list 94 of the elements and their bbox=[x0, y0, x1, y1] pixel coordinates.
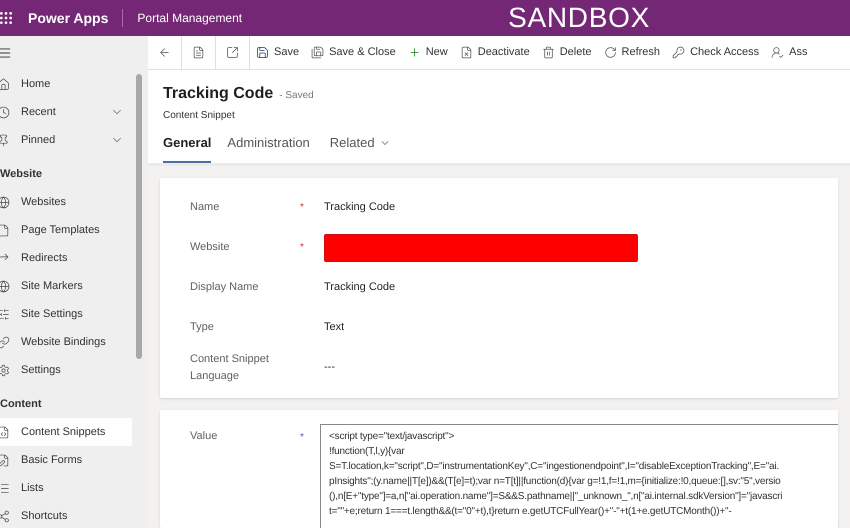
trash-icon bbox=[542, 46, 555, 59]
pin-icon bbox=[0, 134, 10, 146]
sidebar-item[interactable]: Settings bbox=[0, 356, 132, 384]
tab[interactable]: Administration bbox=[227, 133, 310, 162]
sidebar-item[interactable]: Websites bbox=[0, 188, 132, 216]
link-icon bbox=[0, 336, 10, 348]
settings-icon bbox=[0, 364, 10, 376]
sidebar-item[interactable]: Shortcuts bbox=[0, 502, 132, 528]
code-line: !function(T,l,y){var bbox=[329, 444, 406, 458]
scrollbar[interactable] bbox=[136, 74, 142, 359]
sliders-icon bbox=[0, 308, 10, 320]
sidebar-item[interactable]: Home bbox=[0, 70, 132, 98]
list-icon bbox=[0, 482, 10, 494]
document-icon bbox=[192, 46, 205, 59]
save-icon bbox=[256, 46, 269, 59]
sidebar-item-label: Basic Forms bbox=[21, 452, 82, 468]
sidebar-section-header: Content bbox=[0, 396, 43, 412]
area-name: Portal Management bbox=[137, 10, 242, 27]
back-icon bbox=[158, 46, 171, 59]
sidebar-item-label: Shortcuts bbox=[21, 508, 68, 524]
required-marker: * bbox=[300, 432, 304, 442]
plus-icon bbox=[408, 46, 421, 59]
command-button[interactable]: Check Access bbox=[666, 36, 766, 69]
sidebar-item-label: Content Snippets bbox=[21, 424, 106, 440]
field-label: Display Name bbox=[190, 280, 260, 295]
sidebar-item[interactable]: Recent bbox=[0, 98, 132, 126]
menu-icon[interactable] bbox=[0, 46, 12, 60]
save-status: - Saved bbox=[279, 89, 314, 103]
field-label: Name bbox=[190, 200, 220, 215]
sidebar-item-label: Redirects bbox=[21, 250, 68, 266]
app-launcher-icon[interactable] bbox=[0, 10, 14, 26]
field-value[interactable]: Tracking Code bbox=[324, 199, 396, 216]
sidebar-item-label: Home bbox=[21, 76, 50, 92]
field-value[interactable]: Tracking Code bbox=[324, 279, 396, 296]
entity-name: Content Snippet bbox=[163, 109, 236, 123]
sidebar-item[interactable]: Page Templates bbox=[0, 216, 132, 244]
record-title: Tracking Code bbox=[163, 84, 274, 104]
share-icon bbox=[0, 510, 10, 522]
popout-icon bbox=[226, 46, 239, 59]
code-line: (),n[E+"type"]=a,n["ai.operation.name"]=S&&S.pathname||"_unknown_",n["ai.internal.sdkVersion"]="javascri bbox=[329, 490, 784, 504]
command-button[interactable]: Delete bbox=[536, 36, 598, 69]
code-line: t=""+e;return 1===t.length&&(t="0"+t),t}return e.getUTCFullYear()+"-"+t(1+e.getUTCMonth())+"- bbox=[329, 504, 732, 518]
sidebar-item[interactable]: Site Markers bbox=[0, 272, 132, 300]
globe-icon bbox=[0, 196, 10, 208]
field-label: Content Snippet Language bbox=[190, 352, 270, 384]
clock-icon bbox=[0, 106, 10, 118]
command-button[interactable]: Ass bbox=[765, 36, 814, 69]
form-icon bbox=[0, 454, 10, 466]
app-name: Power Apps bbox=[28, 8, 108, 28]
document-x-icon bbox=[460, 46, 473, 59]
command-button[interactable]: Refresh bbox=[598, 36, 666, 69]
command-button[interactable]: Save bbox=[250, 36, 306, 69]
sidebar-item[interactable]: Basic Forms bbox=[0, 446, 132, 474]
field-label: Type bbox=[190, 320, 215, 335]
sidebar-item[interactable]: Site Settings bbox=[0, 300, 132, 328]
sidebar-item[interactable]: Website Bindings bbox=[0, 328, 132, 356]
page-icon bbox=[0, 224, 10, 236]
command-button[interactable]: New bbox=[402, 36, 454, 69]
code-line: <script type="text/javascript"> bbox=[329, 430, 456, 444]
sidebar-section-header: Website bbox=[0, 166, 43, 182]
key-icon bbox=[672, 46, 686, 59]
required-marker: * bbox=[300, 202, 304, 212]
sidebar-item[interactable]: Pinned bbox=[0, 126, 132, 154]
environment-label: SANDBOX bbox=[508, 4, 650, 32]
sidebar-item-label: Websites bbox=[21, 194, 66, 210]
sidebar-item-label: Recent bbox=[21, 104, 56, 120]
sidebar-item[interactable]: Redirects bbox=[0, 244, 132, 272]
required-marker: * bbox=[300, 242, 304, 252]
field-label: Value bbox=[190, 428, 218, 444]
field-label: Website bbox=[190, 240, 231, 255]
sidebar-item[interactable]: Lists bbox=[0, 474, 132, 502]
sidebar-item-label: Website Bindings bbox=[21, 334, 106, 350]
refresh-icon bbox=[604, 46, 617, 59]
sidebar-item-label: Settings bbox=[21, 362, 61, 378]
tab[interactable]: General bbox=[163, 133, 212, 162]
command-button[interactable]: Deactivate bbox=[454, 36, 536, 69]
field-value[interactable]: --- bbox=[324, 359, 335, 376]
sidebar-item-label: Site Markers bbox=[21, 278, 83, 294]
sidebar-item-label: Page Templates bbox=[21, 222, 100, 238]
sidebar-item-label: Site Settings bbox=[21, 306, 83, 322]
code-line: S=T.location,k="script",D="instrumentationKey",C="ingestionendpoint",I="disableExceptionTracking",E="ai. bbox=[329, 460, 780, 474]
field-value[interactable]: Text bbox=[324, 319, 344, 336]
tab[interactable]: Related bbox=[330, 133, 391, 162]
code-line: pInsights";(y.name||T[e])&&(T[e]=t);var n=T[t]||function(d){var g=!1,f=!1,m={initialize:!0,queue:[],sv:"5",versio bbox=[329, 474, 782, 488]
user-icon bbox=[771, 46, 784, 59]
globe-icon bbox=[0, 280, 10, 292]
command-button[interactable]: Save & Close bbox=[305, 36, 402, 69]
sidebar-item-label: Lists bbox=[21, 480, 44, 496]
sidebar-item[interactable]: Content Snippets bbox=[0, 418, 132, 446]
save-icon bbox=[311, 46, 324, 59]
home-icon bbox=[0, 78, 10, 90]
sidebar-item-label: Pinned bbox=[21, 132, 56, 148]
code-file-icon bbox=[0, 426, 10, 438]
code-text-area[interactable] bbox=[320, 424, 838, 528]
